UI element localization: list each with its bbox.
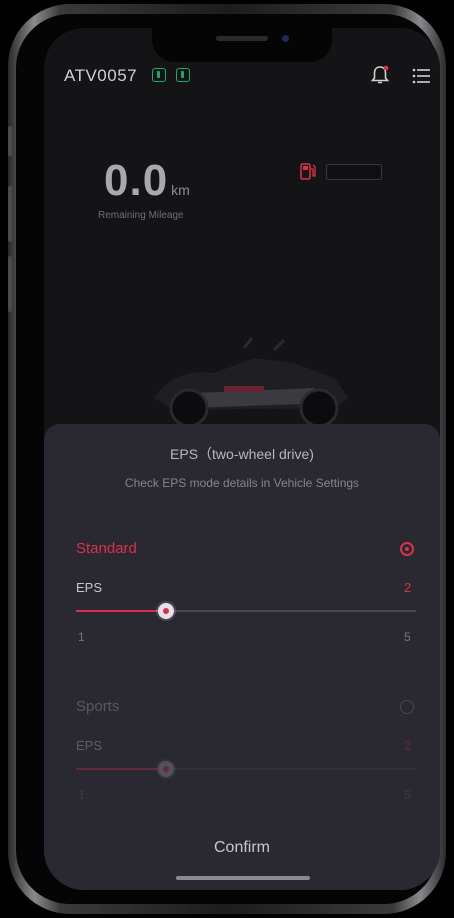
fuel-level-bar bbox=[326, 164, 382, 180]
app-screen: ATV0057 0.0 km Remaining Mileage EPS（two-… bbox=[44, 28, 440, 890]
fuel-pump-icon bbox=[300, 163, 316, 180]
side-button-volume-down bbox=[8, 256, 12, 312]
badge-icon bbox=[152, 68, 166, 82]
eps-slider-track[interactable] bbox=[76, 610, 416, 612]
option-label: Sports bbox=[76, 698, 120, 715]
vehicle-image bbox=[154, 337, 349, 428]
side-button-mute bbox=[8, 126, 12, 156]
radio-unselected-icon[interactable] bbox=[400, 700, 414, 714]
sheet-title: EPS（two-wheel drive) bbox=[170, 446, 314, 462]
eps-value: 2 bbox=[404, 580, 412, 595]
notch bbox=[152, 28, 332, 62]
eps-max-label: 5 bbox=[404, 630, 411, 644]
eps-slider-fill bbox=[76, 768, 166, 770]
vehicle-id: ATV0057 bbox=[64, 66, 138, 85]
option-label: Standard bbox=[76, 540, 137, 557]
radio-selected-icon[interactable] bbox=[400, 542, 414, 556]
mileage-display: 0.0 km bbox=[104, 156, 190, 206]
top-bar: ATV0057 bbox=[44, 64, 440, 96]
eps-value: 2 bbox=[404, 738, 412, 753]
badge-icon bbox=[176, 68, 190, 82]
side-button-volume-up bbox=[8, 186, 12, 242]
eps-slider-fill bbox=[76, 610, 166, 612]
bell-icon[interactable] bbox=[370, 64, 390, 86]
home-indicator[interactable] bbox=[176, 876, 310, 880]
mileage-value: 0.0 bbox=[104, 156, 169, 205]
eps-slider-track[interactable] bbox=[76, 768, 416, 770]
confirm-button[interactable]: Confirm bbox=[44, 838, 440, 858]
front-camera bbox=[282, 35, 289, 42]
eps-slider-handle[interactable] bbox=[158, 603, 174, 619]
sheet-subtitle: Check EPS mode details in Vehicle Settin… bbox=[124, 476, 360, 490]
eps-mode-sheet: EPS（two-wheel drive) Check EPS mode deta… bbox=[44, 424, 440, 890]
mileage-unit: km bbox=[171, 182, 190, 198]
eps-label: EPS bbox=[76, 738, 103, 753]
eps-min-label: 1 bbox=[78, 630, 85, 644]
menu-icon[interactable] bbox=[412, 68, 430, 84]
mileage-label: Remaining Mileage bbox=[98, 210, 184, 221]
eps-slider-handle[interactable] bbox=[158, 761, 174, 777]
speaker bbox=[216, 36, 268, 41]
eps-label: EPS bbox=[76, 580, 103, 595]
